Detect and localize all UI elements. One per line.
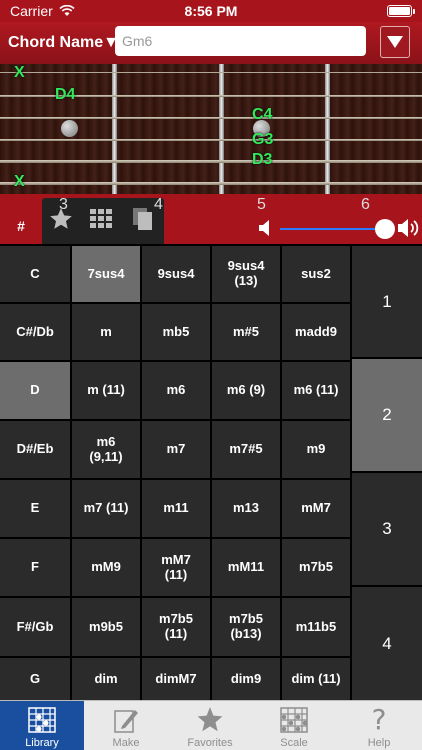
chord-name-dropdown[interactable]: Chord Name▼ — [8, 34, 119, 52]
star-icon — [195, 701, 225, 734]
copy-icon[interactable] — [130, 206, 156, 232]
chord-type-cell[interactable]: 9sus4 — [142, 246, 210, 302]
toolbar: # 3 4 5 6 — [0, 194, 422, 244]
tab-label: Scale — [280, 737, 308, 749]
chord-name-header: Chord Name▼ Gm6 — [0, 22, 422, 64]
status-left: Carrier — [10, 3, 75, 19]
fret-number: 5 — [257, 196, 266, 213]
tab-label: Help — [367, 737, 391, 749]
note-marker: C4 — [252, 106, 273, 123]
chord-type-cell[interactable]: m6 (9) — [212, 362, 280, 419]
sharp-flat-toggle[interactable]: # — [0, 194, 42, 244]
chord-type-cell[interactable]: mM7 (11) — [142, 539, 210, 596]
volume-icon — [398, 219, 419, 237]
root-note-f-sharp[interactable]: F#/Gb — [0, 598, 70, 656]
pencil-icon — [113, 701, 139, 734]
chord-type-cell[interactable]: m9b5 — [72, 598, 140, 656]
chord-type-cell[interactable]: m7 — [142, 421, 210, 478]
root-note-c[interactable]: C — [0, 246, 70, 302]
volume-slider-track[interactable] — [280, 228, 386, 230]
chord-type-cell[interactable]: m9 — [282, 421, 350, 478]
chord-type-cell[interactable]: m (11) — [72, 362, 140, 419]
chord-type-cell[interactable]: dim (11) — [282, 658, 350, 700]
chord-type-cell[interactable]: m11b5 — [282, 598, 350, 656]
chord-type-cell[interactable]: 9sus4 (13) — [212, 246, 280, 302]
string — [0, 160, 422, 163]
chord-type-cell[interactable]: m11 — [142, 480, 210, 537]
root-note-g[interactable]: G — [0, 658, 70, 700]
chord-type-cell[interactable]: 7sus4 — [72, 246, 140, 302]
fret-wire — [325, 64, 330, 194]
chord-type-cell[interactable]: m7#5 — [212, 421, 280, 478]
chord-type-cell[interactable]: m7b5 (11) — [142, 598, 210, 656]
chord-type-cell[interactable]: mM9 — [72, 539, 140, 596]
string — [0, 139, 422, 141]
fret-wire — [219, 64, 224, 194]
note-marker: D3 — [252, 151, 273, 168]
muted-string-marker: X — [14, 173, 25, 190]
scale-icon — [279, 701, 309, 734]
chord-type-cell[interactable]: mb5 — [142, 304, 210, 360]
tab-library[interactable]: Library — [0, 701, 84, 750]
chord-type-cell[interactable]: dim9 — [212, 658, 280, 700]
string — [0, 72, 422, 73]
chord-type-cell[interactable]: m6 (11) — [282, 362, 350, 419]
fret-number: 4 — [154, 196, 163, 213]
chord-menu-button[interactable] — [380, 26, 410, 58]
note-marker: G3 — [252, 131, 274, 148]
fret-wire — [112, 64, 117, 194]
root-note-d[interactable]: D — [0, 362, 70, 419]
tab-help[interactable]: ? Help — [336, 701, 422, 750]
wifi-icon — [59, 5, 75, 16]
tab-label: Favorites — [187, 737, 233, 749]
fingering-option[interactable]: 1 — [352, 246, 422, 357]
chord-type-cell[interactable]: m6 (9,11) — [72, 421, 140, 478]
chord-name-input[interactable]: Gm6 — [115, 26, 366, 56]
chord-type-cell[interactable]: m6 — [142, 362, 210, 419]
fretboard[interactable]: X D4 C4 G3 D3 X — [0, 64, 422, 194]
string — [0, 182, 422, 185]
chord-type-cell[interactable]: mM7 — [282, 480, 350, 537]
chord-type-cell[interactable]: dim — [72, 658, 140, 700]
fret-number: 6 — [361, 196, 370, 213]
chord-type-cell[interactable]: m13 — [212, 480, 280, 537]
root-note-c-sharp[interactable]: C#/Db — [0, 304, 70, 360]
muted-string-marker: X — [14, 64, 25, 81]
grid-icon[interactable] — [88, 206, 114, 232]
fingering-option[interactable]: 2 — [352, 359, 422, 471]
status-bar: Carrier 8:56 PM — [0, 0, 422, 22]
root-note-f[interactable]: F — [0, 539, 70, 596]
chord-type-cell[interactable]: sus2 — [282, 246, 350, 302]
tab-scale[interactable]: Scale — [252, 701, 336, 750]
tab-label: Make — [112, 737, 140, 749]
string — [0, 117, 422, 119]
chord-type-cell[interactable]: dimM7 — [142, 658, 210, 700]
chord-type-cell[interactable]: m — [72, 304, 140, 360]
speaker-icon — [259, 220, 269, 236]
chord-library-grid: C C#/Db D D#/Eb E F F#/Gb G 7sus4 9sus4 … — [0, 244, 422, 700]
chord-type-cell[interactable]: mM11 — [212, 539, 280, 596]
tab-make[interactable]: Make — [84, 701, 168, 750]
triangle-down-icon — [387, 36, 403, 48]
help-icon: ? — [371, 703, 387, 736]
volume-slider-knob[interactable] — [375, 219, 395, 239]
root-note-d-sharp[interactable]: D#/Eb — [0, 421, 70, 478]
tab-favorites[interactable]: Favorites — [168, 701, 252, 750]
tab-label: Library — [25, 737, 59, 749]
chord-type-cell[interactable]: m#5 — [212, 304, 280, 360]
chord-type-cell[interactable]: madd9 — [282, 304, 350, 360]
root-note-e[interactable]: E — [0, 480, 70, 537]
note-marker: D4 — [55, 86, 76, 103]
fingering-option[interactable]: 3 — [352, 473, 422, 585]
fret-number: 3 — [59, 196, 68, 213]
chord-type-cell[interactable]: m7 (11) — [72, 480, 140, 537]
chord-type-cell[interactable]: m7b5 (b13) — [212, 598, 280, 656]
battery-icon — [387, 5, 415, 17]
carrier-label: Carrier — [10, 3, 53, 19]
fingering-option[interactable]: 4 — [352, 587, 422, 700]
tab-bar: Library Make Favorites Scale ? Help — [0, 700, 422, 750]
library-icon — [27, 701, 57, 734]
fret-position-dot — [61, 120, 78, 137]
chord-type-cell[interactable]: m7b5 — [282, 539, 350, 596]
